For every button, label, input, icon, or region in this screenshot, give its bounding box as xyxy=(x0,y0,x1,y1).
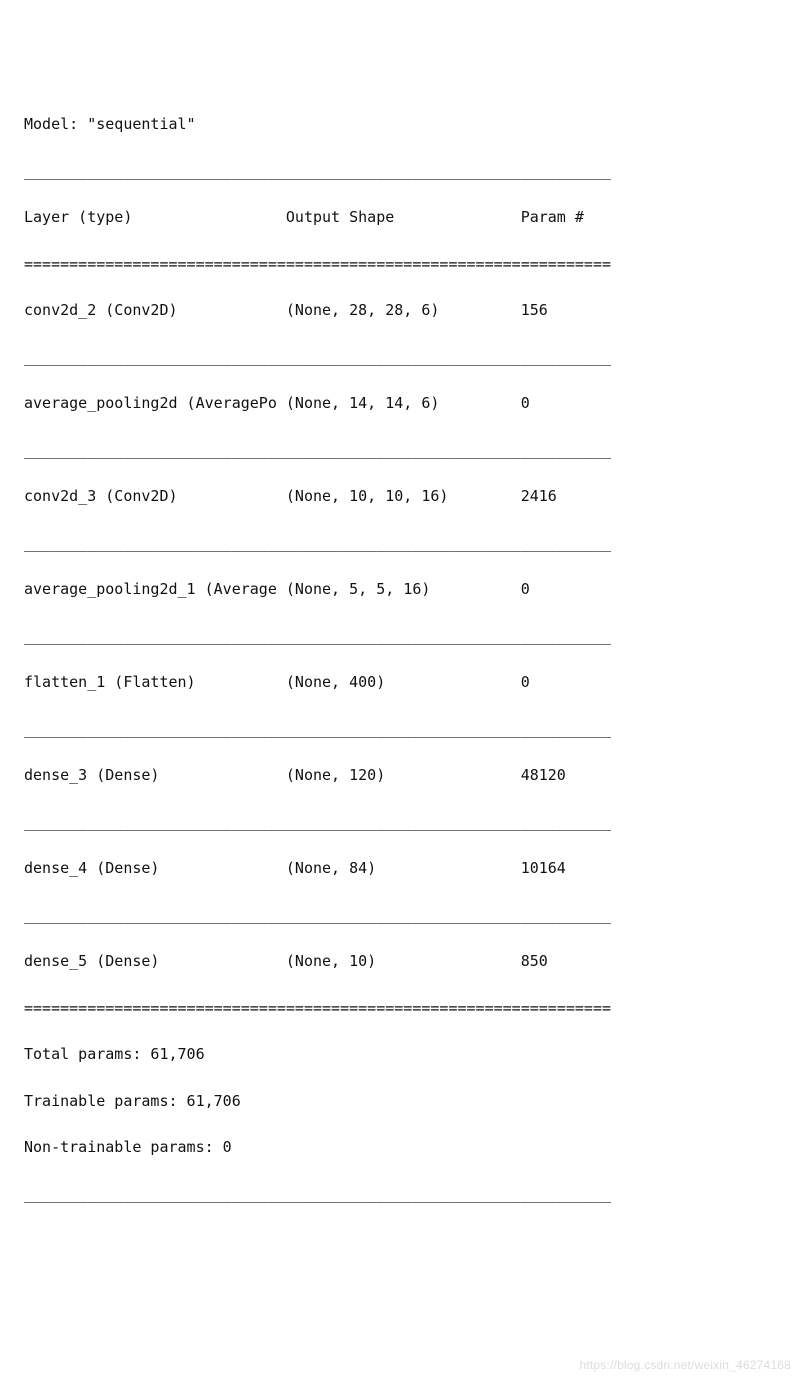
separator-double: ========================================… xyxy=(24,253,781,276)
table-row: average_pooling2d (AveragePo(None, 14, 1… xyxy=(24,392,781,415)
table-row: dense_3 (Dense)(None, 120)48120 xyxy=(24,764,781,787)
layer-params: 0 xyxy=(521,392,611,415)
table-row: average_pooling2d_1 (Average(None, 5, 5,… xyxy=(24,578,781,601)
separator-single: ________________________________________… xyxy=(24,718,781,741)
layer-params: 2416 xyxy=(521,485,611,508)
layer-name: flatten_1 (Flatten) xyxy=(24,671,286,694)
layer-shape: (None, 10) xyxy=(286,950,521,973)
layer-shape: (None, 400) xyxy=(286,671,521,694)
layer-params: 850 xyxy=(521,950,611,973)
header-row: Layer (type)Output ShapeParam # xyxy=(24,206,781,229)
layer-shape: (None, 84) xyxy=(286,857,521,880)
header-shape: Output Shape xyxy=(286,206,521,229)
watermark-text: https://blog.csdn.net/weixin_46274168 xyxy=(579,1356,791,1375)
separator-single: ________________________________________… xyxy=(24,904,781,927)
total-params: Total params: 61,706 xyxy=(24,1043,781,1066)
table-row: dense_5 (Dense)(None, 10)850 xyxy=(24,950,781,973)
separator-single: ________________________________________… xyxy=(24,439,781,462)
layer-params: 0 xyxy=(521,671,611,694)
layer-params: 156 xyxy=(521,299,611,322)
model-title: Model: "sequential" xyxy=(24,113,781,136)
header-param: Param # xyxy=(521,206,611,229)
layer-shape: (None, 10, 10, 16) xyxy=(286,485,521,508)
header-layer: Layer (type) xyxy=(24,206,286,229)
layer-shape: (None, 14, 14, 6) xyxy=(286,392,521,415)
layer-params: 10164 xyxy=(521,857,611,880)
table-row: dense_4 (Dense)(None, 84)10164 xyxy=(24,857,781,880)
layer-name: conv2d_2 (Conv2D) xyxy=(24,299,286,322)
separator-single: ________________________________________… xyxy=(24,1183,781,1206)
layer-shape: (None, 5, 5, 16) xyxy=(286,578,521,601)
table-row: conv2d_2 (Conv2D)(None, 28, 28, 6)156 xyxy=(24,299,781,322)
layer-params: 0 xyxy=(521,578,611,601)
layer-name: conv2d_3 (Conv2D) xyxy=(24,485,286,508)
trainable-params: Trainable params: 61,706 xyxy=(24,1090,781,1113)
separator-double: ========================================… xyxy=(24,997,781,1020)
layer-name: average_pooling2d (AveragePo xyxy=(24,392,286,415)
layer-name: average_pooling2d_1 (Average xyxy=(24,578,286,601)
table-row: flatten_1 (Flatten)(None, 400)0 xyxy=(24,671,781,694)
layer-name: dense_4 (Dense) xyxy=(24,857,286,880)
separator-single: ________________________________________… xyxy=(24,346,781,369)
layer-shape: (None, 120) xyxy=(286,764,521,787)
layer-name: dense_3 (Dense) xyxy=(24,764,286,787)
layer-shape: (None, 28, 28, 6) xyxy=(286,299,521,322)
separator-single: ________________________________________… xyxy=(24,160,781,183)
table-row: conv2d_3 (Conv2D)(None, 10, 10, 16)2416 xyxy=(24,485,781,508)
nontrainable-params: Non-trainable params: 0 xyxy=(24,1136,781,1159)
separator-single: ________________________________________… xyxy=(24,532,781,555)
layer-params: 48120 xyxy=(521,764,611,787)
separator-single: ________________________________________… xyxy=(24,811,781,834)
layer-name: dense_5 (Dense) xyxy=(24,950,286,973)
separator-single: ________________________________________… xyxy=(24,625,781,648)
